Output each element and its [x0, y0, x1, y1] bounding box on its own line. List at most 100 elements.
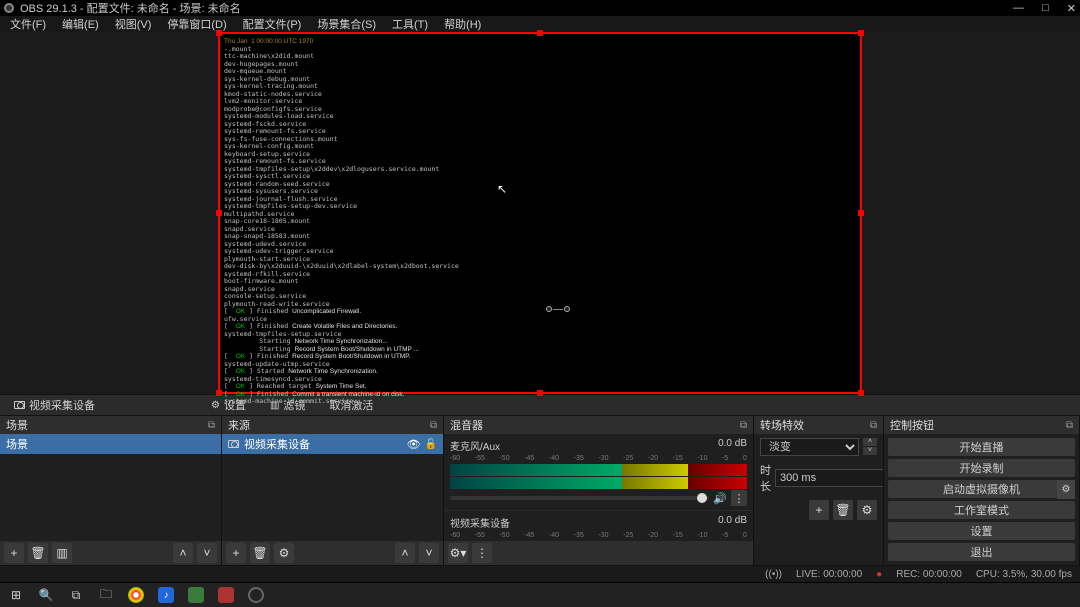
remove-scene-button[interactable]: 🗑	[28, 543, 48, 563]
preview-canvas[interactable]: Thu Jan 1 00:00:00 UTC 1970 -.mount ttc-…	[218, 32, 862, 394]
menu-scene-collection[interactable]: 场景集合(S)	[311, 16, 382, 32]
gear-icon: ⚙	[211, 400, 220, 411]
duration-input[interactable]	[775, 469, 883, 487]
start-record-button[interactable]: 开始录制	[888, 459, 1075, 477]
pop-out-icon[interactable]: ⧉	[870, 420, 877, 431]
pop-out-icon[interactable]: ⧉	[1066, 420, 1073, 431]
resize-handle[interactable]	[216, 390, 222, 396]
add-scene-button[interactable]: +	[4, 543, 24, 563]
move-up-button[interactable]: ˄	[395, 543, 415, 563]
scene-filters-button[interactable]: ▥	[52, 543, 72, 563]
close-button[interactable]: ✕	[1067, 2, 1076, 15]
transitions-dock: 转场特效⧉ 淡变 ˄˅ 时长 ˄˅ + 🗑 ⚙	[754, 416, 884, 565]
obs-logo-icon	[4, 3, 14, 13]
app-button[interactable]	[182, 583, 210, 607]
exit-button[interactable]: 退出	[888, 543, 1075, 561]
scenes-title: 场景	[6, 417, 28, 433]
mixer-channel-name: 视频采集设备	[450, 515, 510, 530]
app-button[interactable]	[212, 583, 240, 607]
add-transition-button[interactable]: +	[809, 500, 829, 520]
mixer-channel: 视频采集设备0.0 dB-60-55-50-45-40-35-30-25-20-…	[444, 511, 753, 541]
maximize-button[interactable]: □	[1042, 2, 1049, 15]
mixer-channel-name: 麦克风/Aux	[450, 438, 500, 453]
menu-help[interactable]: 帮助(H)	[438, 16, 487, 32]
controls-dock: 控制按钮 ⧉ 开始直播 开始录制 启动虚拟摄像机⚙ 工作室模式 设置 退出	[884, 416, 1080, 565]
obs-taskbar-button[interactable]	[242, 583, 270, 607]
resize-handle[interactable]	[537, 30, 543, 36]
transition-properties-button[interactable]: ⚙	[857, 500, 877, 520]
volume-slider[interactable]	[450, 496, 709, 500]
sources-dock: 来源 ⧉ 视频采集设备 👁 🔓 + 🗑 ⚙ ˄ ˅	[222, 416, 444, 565]
pop-out-icon[interactable]: ⧉	[208, 420, 215, 431]
sources-title: 来源	[228, 417, 250, 433]
context-source-name: 视频采集设备	[8, 395, 101, 415]
camera-icon	[228, 440, 239, 448]
titlebar: OBS 29.1.3 - 配置文件: 未命名 - 场景: 未命名 — □ ✕	[0, 0, 1080, 16]
duration-label: 时长	[760, 462, 771, 494]
menu-edit[interactable]: 编辑(E)	[56, 16, 105, 32]
source-properties-button[interactable]: ⚙	[274, 543, 294, 563]
channel-menu-button[interactable]: ⋮	[731, 490, 747, 506]
mixer-title: 混音器	[450, 417, 483, 433]
resize-handle[interactable]	[537, 390, 543, 396]
vu-meter	[450, 464, 747, 476]
speaker-icon[interactable]: 🔊	[713, 492, 727, 505]
pop-out-icon[interactable]: ⧉	[430, 420, 437, 431]
rec-status: REC: 00:00:00	[896, 569, 962, 580]
windows-taskbar: ⊞ 🔍 ⧉ 🗀 ♪	[0, 582, 1080, 607]
studio-mode-button[interactable]: 工作室模式	[888, 501, 1075, 519]
cursor-icon: ↖	[497, 182, 507, 196]
live-status: LIVE: 00:00:00	[796, 569, 862, 580]
source-item[interactable]: 视频采集设备 👁 🔓	[222, 434, 443, 454]
settings-button[interactable]: 设置	[888, 522, 1075, 540]
start-virtual-cam-button[interactable]: 启动虚拟摄像机⚙	[888, 480, 1075, 498]
stream-signal-icon: ((•))	[765, 569, 782, 580]
file-explorer-button[interactable]: 🗀	[92, 583, 120, 607]
mixer-dock: 混音器⧉ 麦克风/Aux0.0 dB-60-55-50-45-40-35-30-…	[444, 416, 754, 565]
preview-area[interactable]: Thu Jan 1 00:00:00 UTC 1970 -.mount ttc-…	[0, 32, 1080, 394]
mixer-channel: 麦克风/Aux0.0 dB-60-55-50-45-40-35-30-25-20…	[444, 434, 753, 511]
pop-out-icon[interactable]: ⧉	[740, 420, 747, 431]
chrome-button[interactable]	[122, 583, 150, 607]
move-down-button[interactable]: ˅	[419, 543, 439, 563]
resize-handle[interactable]	[216, 210, 222, 216]
resize-handle[interactable]	[858, 390, 864, 396]
move-up-button[interactable]: ˄	[173, 543, 193, 563]
resize-handle[interactable]	[858, 210, 864, 216]
resize-handle[interactable]	[216, 30, 222, 36]
search-button[interactable]: 🔍	[32, 583, 60, 607]
cpu-status: CPU: 3.5%, 30.00 fps	[976, 569, 1072, 580]
add-source-button[interactable]: +	[226, 543, 246, 563]
mixer-menu-button[interactable]: ⋮	[472, 543, 492, 563]
menu-view[interactable]: 视图(V)	[109, 16, 158, 32]
app-button[interactable]: ♪	[152, 583, 180, 607]
minimize-button[interactable]: —	[1013, 2, 1024, 15]
docks: 场景 ⧉ 场景 + 🗑 ▥ ˄ ˅ 来源 ⧉ 视频采集设备 👁 🔓 + 🗑 ⚙	[0, 415, 1080, 565]
lock-toggle-icon[interactable]: 🔓	[425, 439, 437, 450]
vu-meter	[450, 477, 747, 489]
start-button[interactable]: ⊞	[2, 583, 30, 607]
remove-transition-button[interactable]: 🗑	[833, 500, 853, 520]
transitions-title: 转场特效	[760, 417, 804, 433]
scenes-dock: 场景 ⧉ 场景 + 🗑 ▥ ˄ ˅	[0, 416, 222, 565]
visibility-toggle-icon[interactable]: 👁	[407, 438, 421, 451]
start-stream-button[interactable]: 开始直播	[888, 438, 1075, 456]
menu-tools[interactable]: 工具(T)	[386, 16, 434, 32]
window-title: OBS 29.1.3 - 配置文件: 未命名 - 场景: 未命名	[20, 0, 1013, 16]
scene-item[interactable]: 场景	[0, 434, 221, 454]
menu-profile[interactable]: 配置文件(P)	[237, 16, 308, 32]
spin-down-icon[interactable]: ˅	[863, 447, 877, 455]
mixer-db-value: 0.0 dB	[718, 438, 747, 453]
gear-icon[interactable]: ⚙	[1057, 480, 1075, 499]
task-view-button[interactable]: ⧉	[62, 583, 90, 607]
transition-type-select[interactable]: 淡变	[760, 438, 859, 456]
camera-icon	[14, 401, 25, 409]
remove-source-button[interactable]: 🗑	[250, 543, 270, 563]
menu-file[interactable]: 文件(F)	[4, 16, 52, 32]
move-down-button[interactable]: ˅	[197, 543, 217, 563]
spin-up-icon[interactable]: ˄	[863, 438, 877, 446]
mixer-db-value: 0.0 dB	[718, 515, 747, 530]
controls-title: 控制按钮	[890, 417, 934, 433]
mixer-settings-button[interactable]: ⚙▾	[448, 543, 468, 563]
resize-handle[interactable]	[858, 30, 864, 36]
